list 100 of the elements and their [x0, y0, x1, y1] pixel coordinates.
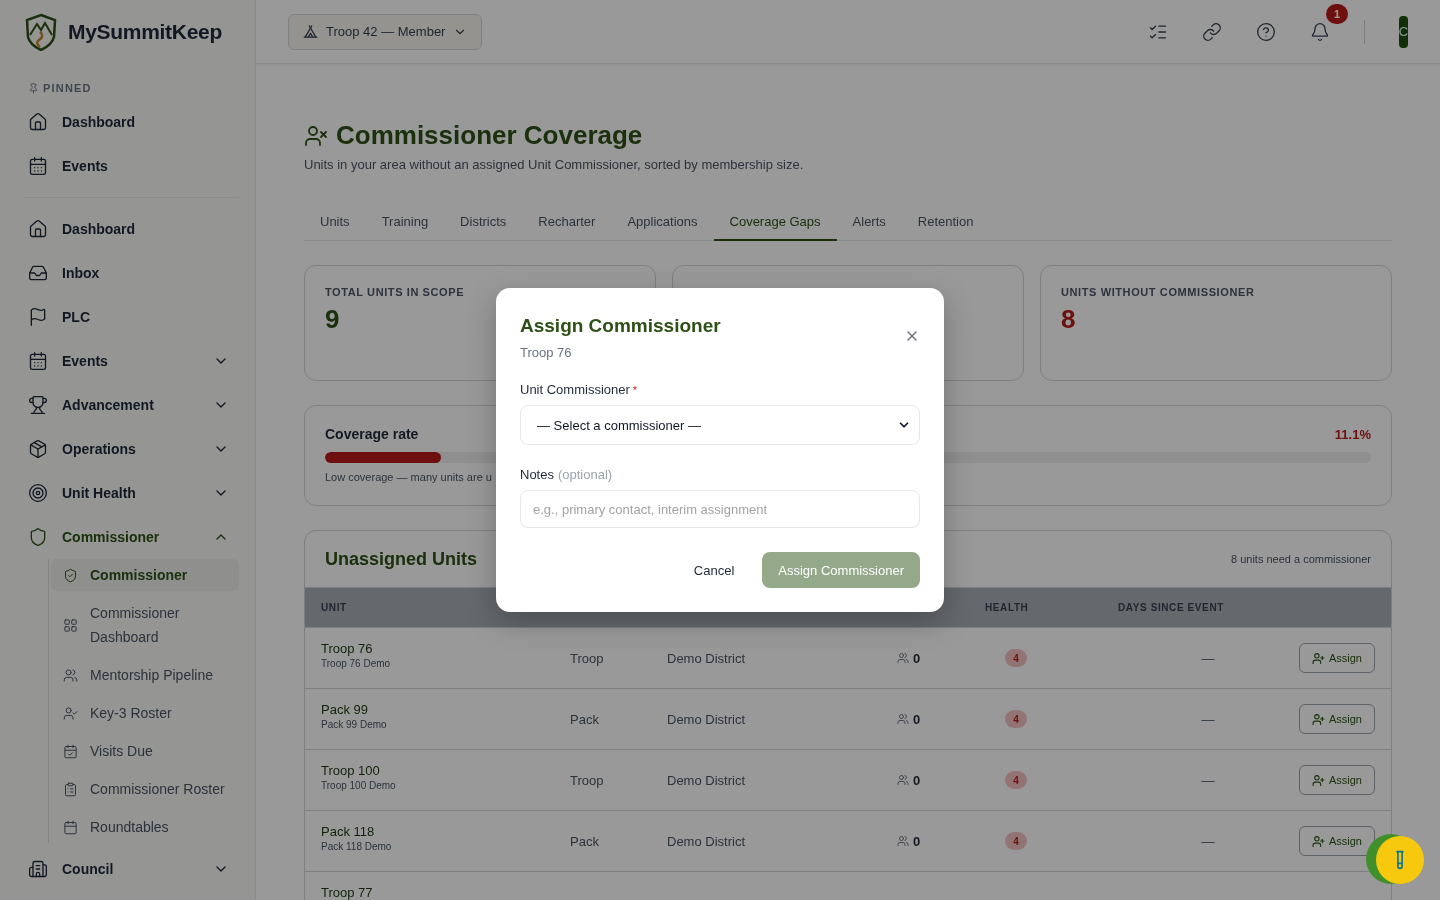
- commissioner-select[interactable]: — Select a commissioner —: [520, 405, 920, 445]
- column-header: DAYS SINCE EVENT: [1118, 602, 1225, 613]
- sidebar-item[interactable]: Council: [24, 847, 239, 891]
- pin-icon: [28, 82, 39, 94]
- unit-name: Pack 118: [321, 824, 376, 839]
- coverage-reading: 11.1%: [1334, 426, 1371, 442]
- stat-label: UNITS WITHOUT COMMISSIONER: [1061, 286, 1256, 298]
- unit-type: Troop: [570, 772, 605, 788]
- coverage-note: Low coverage — many units are u: [325, 471, 492, 483]
- member-count: 0: [913, 711, 921, 727]
- user-plus-icon: [1311, 651, 1325, 665]
- unit-switcher[interactable]: Troop 42 — Member: [288, 13, 483, 50]
- notification-badge: 1: [1326, 3, 1348, 24]
- dialog-subtitle: Troop 76: [520, 345, 573, 360]
- unit-name: Troop 76: [321, 641, 374, 656]
- users-icon: [897, 652, 909, 664]
- unit-name: Pack 99: [321, 702, 369, 717]
- unit-type: Troop: [570, 650, 605, 666]
- sidebar-subitem[interactable]: Commissioner: [51, 559, 239, 591]
- member-count: 0: [913, 833, 921, 849]
- sidebar-subitem[interactable]: Visits Due: [51, 735, 239, 767]
- sidebar-item[interactable]: Events: [24, 144, 239, 188]
- trophy-icon: [28, 395, 48, 415]
- stat-value: 8: [1061, 304, 1076, 335]
- district-cell-text: Demo District: [667, 833, 746, 849]
- sidebar-item[interactable]: PLC: [24, 295, 239, 339]
- field-hint: (optional): [557, 467, 613, 482]
- health-badge: 4: [1005, 832, 1027, 850]
- unit-type: Pack: [570, 711, 600, 727]
- tab[interactable]: Coverage Gaps: [713, 202, 837, 241]
- health-badge: 4: [1005, 771, 1027, 789]
- unit-name: Troop 100: [321, 763, 381, 778]
- field-label: Notes: [520, 467, 554, 482]
- tab[interactable]: Recharter: [522, 202, 612, 241]
- tent-icon: [303, 24, 318, 39]
- table-title: Unassigned Units: [325, 548, 478, 570]
- sidebar-subitem[interactable]: Commissioner Roster: [51, 773, 239, 805]
- users-icon: [63, 667, 78, 683]
- sidebar-item[interactable]: Commissioner: [24, 515, 239, 559]
- tab[interactable]: Alerts: [836, 202, 902, 241]
- unit-sub: Pack 99 Demo: [321, 719, 388, 730]
- sidebar-item[interactable]: Inbox: [24, 251, 239, 295]
- district-cell-text: Demo District: [667, 772, 746, 788]
- users-icon: [897, 835, 909, 847]
- user-plus-icon: [1311, 834, 1325, 848]
- notes-field[interactable]: e.g., primary contact, interim assignment: [520, 490, 920, 528]
- shield-check-icon: [63, 567, 78, 583]
- section-label: PINNED: [43, 82, 92, 94]
- tab[interactable]: Districts: [444, 202, 523, 241]
- stat-value: 9: [325, 304, 340, 335]
- page-title: Commissioner Coverage: [336, 120, 643, 151]
- floating-action-button[interactable]: [1376, 836, 1424, 884]
- unit-sub: Pack 118 Demo: [321, 841, 393, 852]
- assign-button[interactable]: Assign: [1298, 643, 1375, 673]
- sidebar-item[interactable]: Operations: [24, 427, 239, 471]
- user-plus-icon: [1311, 712, 1325, 726]
- member-count: 0: [913, 650, 921, 666]
- users-icon: [897, 774, 909, 786]
- help-icon[interactable]: [1256, 21, 1276, 42]
- sidebar-subitem[interactable]: Roundtables: [51, 811, 239, 843]
- sidebar-subitem[interactable]: Commissioner Dashboard: [51, 597, 239, 653]
- user-x-icon: [304, 123, 328, 148]
- shield-icon: [28, 527, 48, 547]
- avatar[interactable]: C: [1399, 15, 1408, 48]
- box-icon: [28, 439, 48, 459]
- field-label: Unit Commissioner: [520, 382, 630, 397]
- tab[interactable]: Units: [304, 202, 366, 241]
- coverage-title: Coverage rate: [325, 426, 419, 442]
- assign-button[interactable]: Assign: [1298, 765, 1375, 795]
- required-mark: *: [632, 384, 638, 396]
- link-icon[interactable]: [1202, 21, 1222, 42]
- days-cell-text: —: [1200, 772, 1216, 788]
- health-badge: 4: [1005, 649, 1027, 667]
- tab[interactable]: Applications: [611, 202, 714, 241]
- sidebar-subitem[interactable]: Key-3 Roster: [51, 697, 239, 729]
- tab[interactable]: Retention: [901, 202, 990, 241]
- assign-button[interactable]: Assign: [1298, 704, 1375, 734]
- cancel-button[interactable]: Cancel: [681, 554, 747, 586]
- sidebar-item[interactable]: Advancement: [24, 383, 239, 427]
- assign-button[interactable]: Assign: [1298, 826, 1375, 856]
- sidebar-item[interactable]: Dashboard: [24, 207, 239, 251]
- stat-label: TOTAL UNITS IN SCOPE: [325, 286, 466, 298]
- unit-sub: Troop 76 Demo: [321, 658, 392, 669]
- target-icon: [28, 483, 48, 503]
- sidebar-subitem[interactable]: Mentorship Pipeline: [51, 659, 239, 691]
- tab[interactable]: Training: [365, 202, 445, 241]
- days-cell-text: —: [1200, 833, 1216, 849]
- unit-type: Pack: [570, 833, 600, 849]
- calendar-check-icon: [63, 743, 78, 759]
- district-cell-text: Demo District: [667, 650, 746, 666]
- unit-sub: Troop 100 Demo: [321, 780, 397, 791]
- user-plus-icon: [1311, 773, 1325, 787]
- days-cell-text: —: [1200, 650, 1216, 666]
- sidebar-item[interactable]: Events: [24, 339, 239, 383]
- grid-icon: [63, 617, 78, 633]
- page-subtitle: Units in your area without an assigned Unit Commissioner, sorted by membership size.: [304, 157, 805, 172]
- sidebar-item[interactable]: Unit Health: [24, 471, 239, 515]
- bell-icon[interactable]: [1310, 21, 1330, 42]
- sidebar-item[interactable]: Dashboard: [24, 100, 239, 144]
- flag-icon: [28, 307, 48, 327]
